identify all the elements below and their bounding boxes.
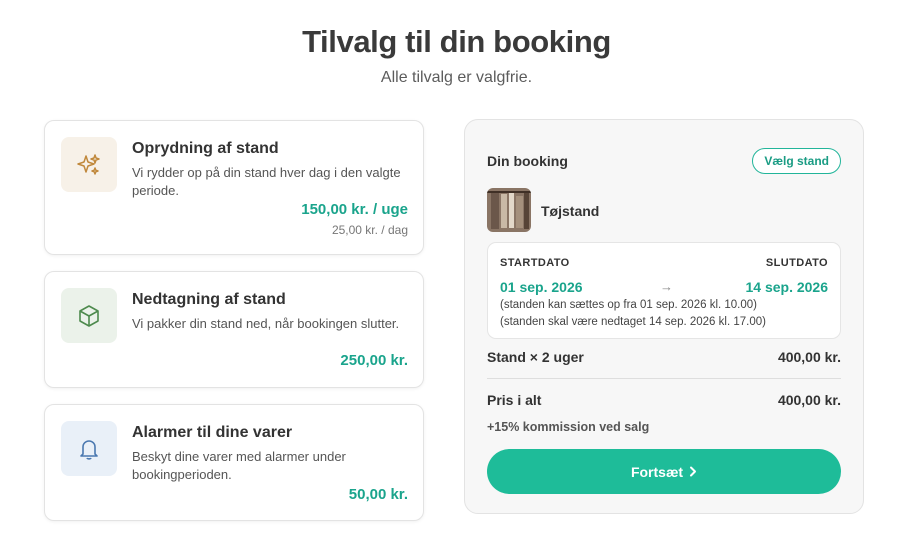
addon-description: Beskyt dine varer med alarmer under book… bbox=[132, 449, 346, 482]
addon-card-alarm[interactable]: Alarmer til dine varer Beskyt dine varer… bbox=[44, 404, 424, 521]
addon-card-cleanup[interactable]: Oprydning af stand Vi rydder op på din s… bbox=[44, 120, 424, 255]
date-range-box: STARTDATO SLUTDATO 01 sep. 2026 → 14 sep… bbox=[487, 242, 841, 339]
addon-description: Vi rydder op på din stand hver dag i den… bbox=[132, 165, 401, 198]
addon-price: 250,00 kr. bbox=[340, 352, 408, 369]
pick-stand-button[interactable]: Vælg stand bbox=[752, 148, 841, 174]
end-date-note: (standen skal være nedtaget 14 sep. 2026… bbox=[500, 316, 766, 328]
addon-sub-price: 25,00 kr. / dag bbox=[331, 223, 408, 237]
total-value: 400,00 kr. bbox=[777, 392, 841, 408]
line-item-value: 400,00 kr. bbox=[777, 349, 841, 365]
booking-title: Din booking bbox=[487, 153, 568, 169]
page-subtitle: Alle tilvalg er valgfrie. bbox=[380, 69, 533, 86]
start-date-label: STARTDATO bbox=[500, 257, 570, 269]
chevron-right-icon bbox=[690, 466, 697, 477]
stand-name: Tøjstand bbox=[541, 203, 600, 219]
bell-icon bbox=[61, 421, 117, 476]
commission-note: +15% kommission ved salg bbox=[487, 420, 650, 434]
line-item-row: Stand × 2 uger 400,00 kr. bbox=[487, 349, 841, 365]
divider bbox=[487, 378, 841, 379]
continue-button[interactable]: Fortsæt bbox=[487, 449, 841, 494]
addon-description: Vi pakker din stand ned, når bookingen s… bbox=[132, 316, 400, 331]
line-item-label: Stand × 2 uger bbox=[487, 349, 584, 365]
addon-title: Oprydning af stand bbox=[132, 140, 279, 157]
addon-price: 150,00 kr. / uge bbox=[301, 201, 408, 218]
addon-price: 50,00 kr. bbox=[348, 486, 408, 503]
start-date-value: 01 sep. 2026 bbox=[500, 279, 583, 295]
page-title: Tilvalg til din booking bbox=[302, 24, 611, 59]
addon-title: Nedtagning af stand bbox=[132, 291, 286, 308]
end-date-value: 14 sep. 2026 bbox=[745, 279, 828, 295]
sparkles-icon bbox=[61, 137, 117, 192]
continue-label: Fortsæt bbox=[630, 463, 684, 480]
total-label: Pris i alt bbox=[487, 392, 542, 408]
start-date-note: (standen kan sættes op fra 01 sep. 2026 … bbox=[500, 299, 757, 311]
box-icon bbox=[61, 288, 117, 343]
booking-summary-panel: Din booking Vælg stand Tøjstand STARTDAT… bbox=[464, 119, 864, 514]
addon-card-takedown[interactable]: Nedtagning af stand Vi pakker din stand … bbox=[44, 271, 424, 388]
total-row: Pris i alt 400,00 kr. bbox=[487, 392, 841, 408]
arrow-right-icon: → bbox=[660, 279, 673, 294]
addon-title: Alarmer til dine varer bbox=[132, 424, 293, 441]
stand-thumbnail bbox=[487, 188, 531, 232]
end-date-label: SLUTDATO bbox=[765, 257, 828, 269]
